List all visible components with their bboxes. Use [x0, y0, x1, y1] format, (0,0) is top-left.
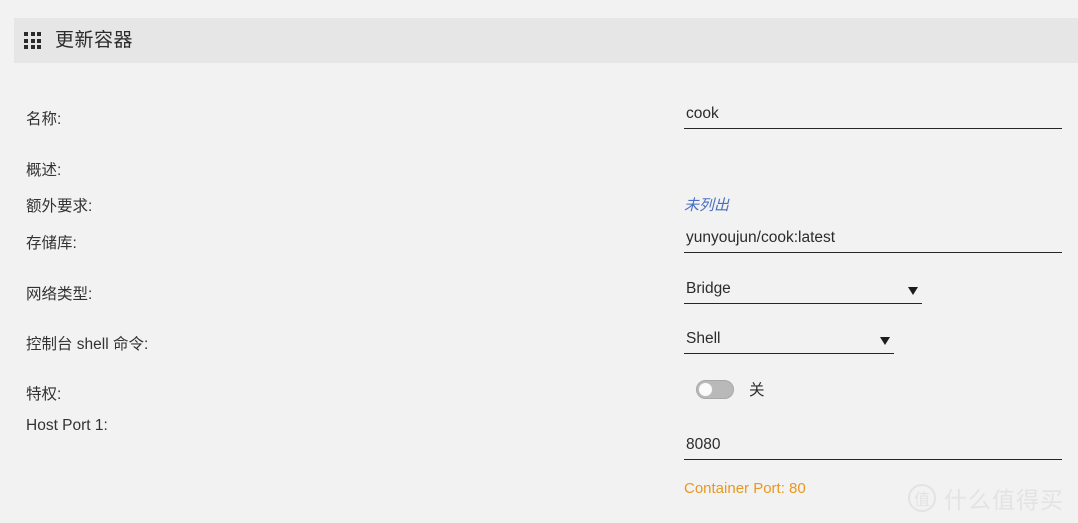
field-privileged: 关: [696, 378, 765, 400]
unlisted-link[interactable]: 未列出: [684, 197, 729, 214]
network-type-select[interactable]: Bridge: [684, 280, 922, 304]
network-type-value: Bridge: [686, 280, 731, 297]
window-titlebar: 更新容器: [14, 18, 1078, 63]
field-network-type: Bridge: [684, 280, 922, 304]
grid-3x3-icon: [24, 32, 41, 49]
console-shell-select[interactable]: Shell: [684, 330, 894, 354]
label-name: 名称:: [26, 111, 62, 128]
repository-input[interactable]: [684, 229, 1062, 253]
chevron-down-icon: [908, 287, 918, 295]
label-overview: 概述:: [26, 162, 62, 179]
name-input[interactable]: [684, 105, 1062, 129]
toggle-knob: [698, 381, 713, 397]
console-shell-value: Shell: [686, 330, 721, 347]
privileged-toggle-label: 关: [749, 382, 765, 399]
label-privileged: 特权:: [26, 386, 62, 403]
container-port-hint: Container Port: 80: [684, 480, 806, 497]
label-host-port-1: Host Port 1:: [26, 417, 108, 434]
chevron-down-icon: [880, 337, 890, 345]
field-name: [684, 105, 1062, 129]
label-console-shell: 控制台 shell 命令:: [26, 336, 149, 353]
field-host-port-1: [684, 436, 1062, 460]
label-extra-requirements: 额外要求:: [26, 198, 93, 215]
label-network-type: 网络类型:: [26, 286, 93, 303]
privileged-toggle[interactable]: [696, 379, 734, 399]
label-repository: 存储库:: [26, 235, 77, 252]
field-console-shell: Shell: [684, 330, 894, 354]
field-repository: [684, 229, 1062, 253]
container-settings-form: 名称: 概述: 额外要求: 未列出 存储库: 网络类型: Bridge: [0, 63, 1078, 523]
page-title: 更新容器: [55, 30, 134, 51]
host-port-1-input[interactable]: [684, 436, 1062, 460]
field-extra-requirements: 未列出: [684, 194, 729, 215]
